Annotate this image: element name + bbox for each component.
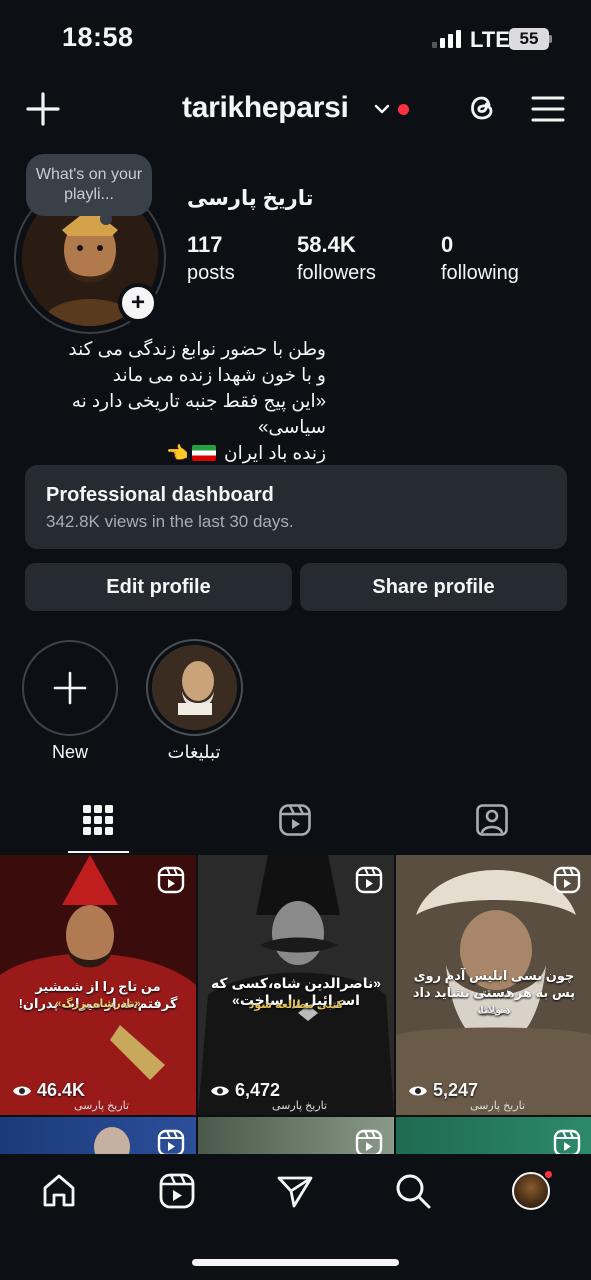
username-switcher[interactable]: tarikheparsi (182, 91, 349, 125)
chevron-down-icon[interactable] (373, 100, 391, 118)
reel-caption-sub: «نادرشاه بزرگ» (55, 998, 141, 1010)
bio-line: وطن با حضور نوابغ زندگی می کند (68, 338, 326, 359)
eye-icon (211, 1086, 229, 1095)
view-count-value: 6,472 (235, 1080, 281, 1100)
home-icon[interactable] (40, 1172, 78, 1210)
threads-icon[interactable] (464, 90, 500, 126)
posts-label: posts (187, 262, 235, 284)
highlight-label-ads: تبلیغات (167, 742, 221, 762)
bio: وطن با حضور نوابغ زندگی می کند و با خون … (0, 336, 326, 466)
display-name: تاریخ پارسی (187, 187, 314, 210)
note-bubble[interactable]: What's on your playli... (26, 154, 152, 225)
battery-tip (549, 35, 552, 43)
menu-icon[interactable] (531, 94, 565, 124)
reel-icon (157, 866, 185, 894)
reel-icon (355, 1129, 383, 1157)
search-icon[interactable] (394, 1172, 432, 1210)
network-label: LTE (470, 27, 510, 52)
reel-caption-author: مولانا (480, 1005, 508, 1016)
reels-nav-icon[interactable] (158, 1172, 196, 1210)
stat-following[interactable]: 0 following (441, 232, 519, 285)
view-count: 5,247 (408, 1080, 478, 1101)
active-tab-indicator (68, 851, 129, 853)
home-indicator[interactable] (192, 1259, 399, 1266)
view-count: 46.4K (12, 1080, 85, 1101)
reel-watermark: تاریخ پارسی (470, 1100, 526, 1112)
stat-posts[interactable]: 117 posts (187, 232, 235, 285)
view-count: 6,472 (210, 1080, 280, 1101)
grid-tab-icon[interactable] (81, 803, 115, 837)
posts-count: 117 (187, 232, 223, 257)
status-time: 18:58 (62, 22, 134, 52)
following-label: following (441, 262, 519, 284)
followers-count: 58.4K (297, 232, 356, 257)
reel-tile[interactable]: من تاج را از شمشیر گرفتم،نه از میراث پدر… (0, 855, 196, 1115)
view-count-value: 5,247 (433, 1080, 479, 1100)
followers-label: followers (297, 262, 376, 284)
stat-followers[interactable]: 58.4K followers (297, 232, 376, 285)
reel-icon (553, 866, 581, 894)
highlight-ads[interactable] (152, 645, 237, 730)
bio-line: زنده باد ایران (223, 442, 326, 463)
reels-tab-icon[interactable] (278, 803, 312, 837)
bio-line: و با خون شهدا زنده می ماند (112, 364, 326, 385)
share-profile-button[interactable]: Share profile (300, 563, 567, 611)
highlight-cover (152, 645, 237, 730)
profile-notification-dot (543, 1169, 554, 1180)
signal-icon (432, 30, 461, 48)
direct-message-icon[interactable] (276, 1172, 314, 1210)
dashboard-subtitle: 342.8K views in the last 30 days. (46, 512, 294, 531)
reel-tile[interactable] (198, 1117, 394, 1157)
reel-icon (157, 1129, 185, 1157)
dashboard-title: Professional dashboard (46, 484, 274, 506)
plus-icon (53, 671, 87, 705)
add-story-button[interactable]: + (118, 283, 158, 323)
edit-profile-button[interactable]: Edit profile (25, 563, 292, 611)
reel-tile[interactable] (0, 1117, 196, 1157)
notification-dot (398, 104, 409, 115)
battery-level: 55 (519, 29, 539, 48)
reel-icon (355, 866, 383, 894)
reel-tile[interactable] (396, 1117, 591, 1157)
following-count: 0 (441, 232, 454, 257)
bio-line: «این پیج فقط جنبه تاریخی دارد نه سیاسی» (71, 390, 326, 437)
reel-tile[interactable]: چون بسی ابلیس آدم روی هست، پس به هر دستی… (396, 855, 591, 1115)
professional-dashboard[interactable]: Professional dashboard 342.8K views in t… (25, 465, 567, 549)
reel-icon (553, 1129, 581, 1157)
view-count-value: 46.4K (37, 1080, 86, 1100)
reel-watermark: تاریخ پارسی (272, 1100, 328, 1112)
eye-icon (409, 1086, 427, 1095)
battery-icon: 55 (509, 28, 549, 50)
reel-watermark: تاریخ پارسی (74, 1100, 130, 1112)
bio-line-last: زنده باد ایران 👈 (0, 440, 326, 466)
new-highlight-button[interactable] (22, 640, 118, 736)
reel-caption-sub: کتبی مطالعه شود (248, 999, 344, 1011)
reel-tile[interactable]: «ناصرالدین شاه،کسی که اسرائیل را ساخت» ک… (198, 855, 394, 1115)
tagged-tab-icon[interactable] (475, 803, 509, 837)
highlight-label-new: New (51, 742, 88, 762)
create-plus-icon[interactable] (24, 90, 62, 128)
iran-flag-icon (191, 445, 216, 461)
pointing-hand-icon: 👈 (166, 443, 189, 463)
eye-icon (13, 1086, 31, 1095)
